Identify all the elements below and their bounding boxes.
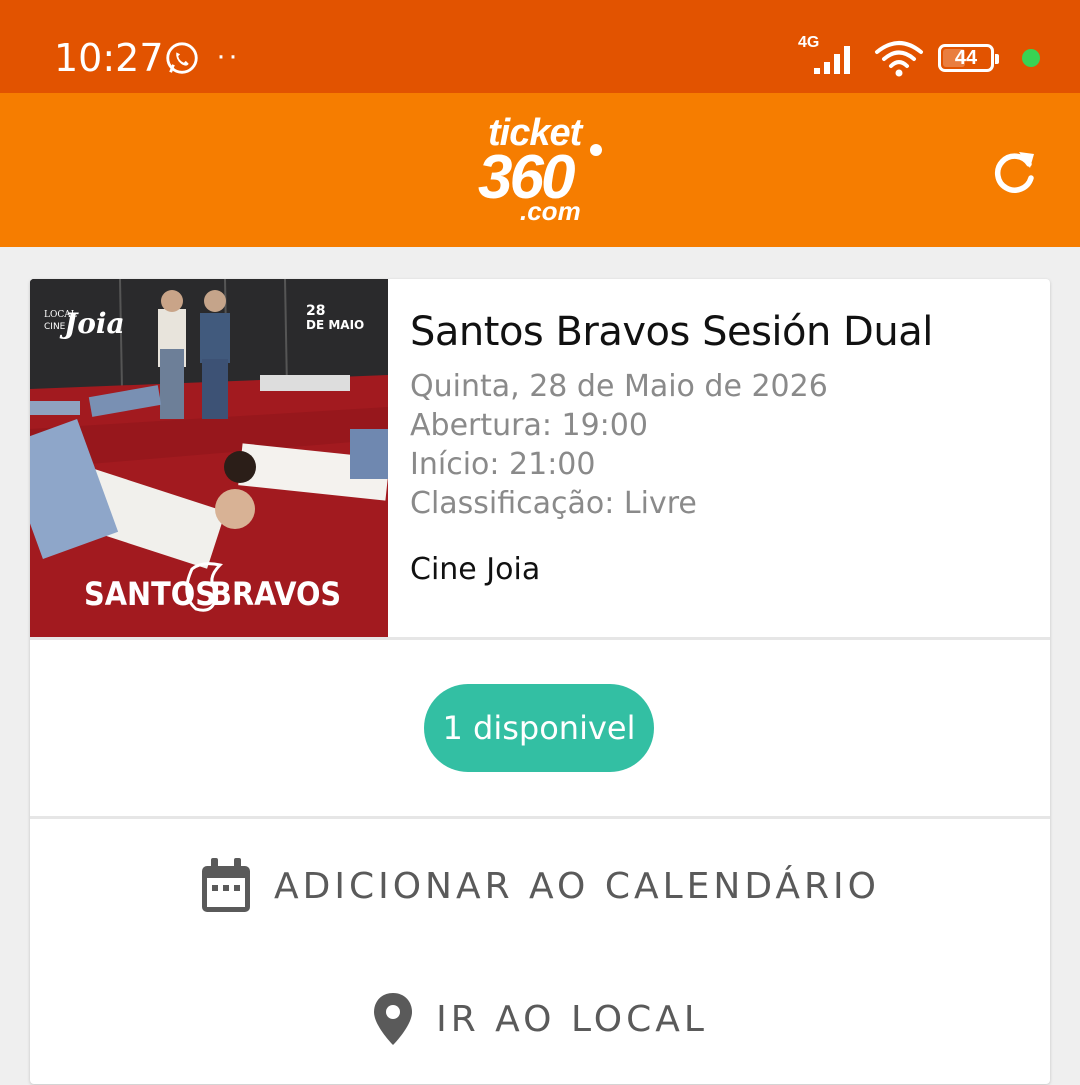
- event-date: Quinta, 28 de Maio de 2026: [410, 369, 828, 404]
- poster-venue-logo: Joia: [59, 307, 125, 340]
- poster-date-month: DE MAIO: [306, 318, 364, 332]
- event-rating: Classificação: Livre: [410, 486, 697, 521]
- event-opening-time: Abertura: 19:00: [410, 408, 648, 443]
- battery-level: 44: [954, 46, 978, 69]
- status-bar: 10:27 ·· 4G 44: [0, 0, 1080, 93]
- divider: [30, 816, 1050, 819]
- divider: [30, 637, 1050, 640]
- add-to-calendar-label: ADICIONAR AO CALENDÁRIO: [273, 865, 881, 907]
- go-to-location-button[interactable]: IR AO LOCAL: [30, 974, 1050, 1064]
- map-pin-icon: [374, 993, 413, 1045]
- wifi-icon: [875, 41, 923, 77]
- add-to-calendar-button[interactable]: ADICIONAR AO CALENDÁRIO: [30, 841, 1050, 931]
- logo-dot: [590, 144, 602, 156]
- whatsapp-icon: [166, 42, 198, 74]
- cell-signal-icon: 4G: [798, 34, 860, 78]
- calendar-icon: [201, 858, 250, 912]
- refresh-icon[interactable]: [990, 146, 1040, 196]
- notification-dots: ··: [216, 39, 240, 72]
- poster-date-day: 28: [306, 303, 325, 319]
- logo-text-com: .com: [520, 196, 581, 226]
- event-card: LOCAL CINE Joia 28 DE MAIO SANTOS BRAVOS…: [30, 279, 1050, 1084]
- battery-icon: 44: [938, 44, 999, 72]
- poster-venue-cine: CINE: [44, 322, 66, 332]
- go-to-location-label: IR AO LOCAL: [436, 998, 708, 1040]
- event-venue: Cine Joia: [410, 552, 541, 587]
- status-time: 10:27: [54, 36, 164, 80]
- event-info: Santos Bravos Sesión Dual Quinta, 28 de …: [410, 307, 1040, 589]
- poster-artwork: LOCAL CINE Joia 28 DE MAIO SANTOS BRAVOS: [30, 279, 388, 637]
- ticket360-logo: ticket 360 .com: [474, 112, 614, 232]
- privacy-indicator-dot: [1022, 49, 1040, 67]
- event-start-time: Início: 21:00: [410, 447, 596, 482]
- event-title: Santos Bravos Sesión Dual: [410, 309, 933, 355]
- availability-badge[interactable]: 1 disponivel: [424, 684, 654, 772]
- status-icons: 4G 44: [798, 34, 1040, 80]
- event-poster[interactable]: LOCAL CINE Joia 28 DE MAIO SANTOS BRAVOS: [30, 279, 388, 637]
- poster-band-right: BRAVOS: [210, 575, 341, 613]
